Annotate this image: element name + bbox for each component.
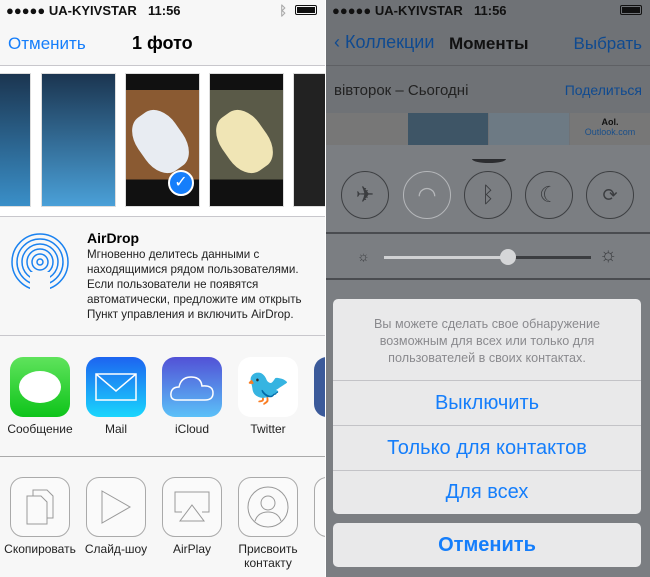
app-label: Сообщение [7, 422, 73, 436]
brightness-high-icon: ☼ [599, 244, 618, 266]
photo-thumbnail-selected[interactable]: ✓ [125, 73, 200, 207]
photo-thumbnail[interactable] [209, 73, 284, 207]
twitter-icon[interactable]: 🐦 [238, 357, 298, 417]
carrier: ●●●●● UA-KYIVSTAR [6, 3, 137, 18]
page-title: Моменты [449, 34, 529, 53]
facebook-icon[interactable] [314, 357, 325, 417]
chevron-down-icon[interactable] [472, 155, 506, 163]
select-button[interactable]: Выбрать [574, 34, 642, 54]
copy-icon[interactable] [10, 477, 70, 537]
photo-thumbnail[interactable] [326, 113, 408, 145]
checkmark-icon: ✓ [168, 170, 194, 196]
everyone-button[interactable]: Для всех [333, 470, 641, 514]
status-bar: ●●●●● UA-KYIVSTAR 11:56 [326, 0, 650, 20]
photo-thumbnail[interactable] [408, 113, 488, 145]
bluetooth-toggle[interactable]: ᛒ [464, 171, 512, 219]
brightness-low-icon: ☼ [357, 248, 370, 264]
play-icon[interactable] [86, 477, 146, 537]
photo-strip: ✓ [0, 66, 325, 216]
page-title: 1 фото [132, 33, 193, 53]
contacts-only-button[interactable]: Только для контактов [333, 425, 641, 470]
photo-thumbnail[interactable] [0, 73, 31, 207]
contact-icon[interactable] [238, 477, 298, 537]
cancel-button[interactable]: Отменить [333, 523, 641, 567]
back-label: Коллекции [345, 32, 435, 52]
status-bar: ●●●●● UA-KYIVSTAR 11:56 ᛒ [0, 0, 325, 20]
app-label: Mail [104, 422, 127, 436]
photo-thumbnail[interactable]: Aol. Outlook.com [570, 113, 650, 145]
mail-icon[interactable] [86, 357, 146, 417]
battery-icon [295, 5, 317, 15]
app-label: F [304, 422, 325, 436]
bluetooth-icon: ᛒ [279, 3, 287, 18]
airdrop-description: Мгновенно делитесь данными с находящимис… [87, 248, 302, 321]
messages-icon[interactable] [10, 357, 70, 417]
action-icon[interactable] [314, 477, 325, 537]
control-center-screen: ●●●●● UA-KYIVSTAR 11:56 ‹ Коллекции Моме… [326, 0, 650, 577]
brightness-slider[interactable] [384, 256, 591, 259]
clock: 11:56 [148, 3, 181, 18]
photo-thumbnail[interactable] [41, 73, 116, 207]
action-sheet: Вы можете сделать свое обнаружение возмо… [333, 299, 641, 514]
wifi-toggle[interactable]: ◠ [403, 171, 451, 219]
turn-off-button[interactable]: Выключить [333, 380, 641, 425]
app-label: iCloud [174, 422, 210, 436]
icloud-icon[interactable] [162, 357, 222, 417]
app-label: Twitter [250, 422, 286, 436]
section-title: вівторок – Сьогодні [334, 82, 469, 99]
action-sheet-message: Вы можете сделать свое обнаружение возмо… [374, 317, 600, 365]
airplane-mode-toggle[interactable]: ✈ [341, 171, 389, 219]
battery-icon [620, 5, 642, 15]
photo-thumbnail[interactable] [293, 73, 325, 207]
airplay-icon[interactable] [162, 477, 222, 537]
action-label: Слайд-шоу [84, 542, 148, 556]
photo-thumbnail[interactable] [489, 113, 569, 145]
action-label: AirPlay [172, 542, 211, 556]
rotation-lock-toggle[interactable]: ⟳ [586, 171, 634, 219]
aol-text: Aol. [601, 117, 619, 127]
action-label: Присвоить контакту [238, 542, 298, 570]
action-label: Скопировать [4, 542, 76, 556]
airdrop-icon[interactable] [10, 232, 70, 292]
share-button[interactable]: Поделиться [565, 82, 642, 98]
clock: 11:56 [474, 3, 507, 18]
airdrop-title: AirDrop [87, 230, 140, 246]
back-button[interactable]: ‹ Коллекции [334, 32, 434, 53]
share-sheet-screen: ●●●●● UA-KYIVSTAR 11:56 ᛒ Отменить 1 фот… [0, 0, 325, 577]
carrier: ●●●●● UA-KYIVSTAR [332, 3, 463, 18]
do-not-disturb-toggle[interactable]: ☾ [525, 171, 573, 219]
cancel-button[interactable]: Отменить [8, 34, 86, 54]
outlook-text: Outlook.com [584, 127, 636, 137]
